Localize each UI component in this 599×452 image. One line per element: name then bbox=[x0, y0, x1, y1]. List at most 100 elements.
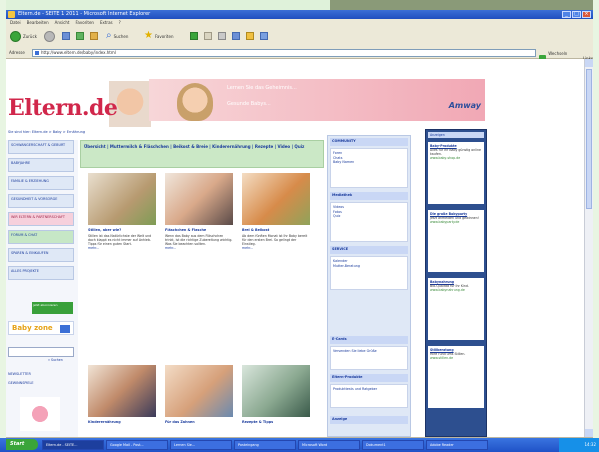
nav-item[interactable]: ALLES PROJEKTE bbox=[8, 266, 74, 280]
frame-top-band bbox=[0, 0, 330, 10]
ecards-block[interactable]: Versenden Sie liebe Grüße bbox=[330, 346, 408, 370]
minimize-button[interactable]: _ bbox=[562, 11, 571, 18]
taskbar-item[interactable]: Dokument1 bbox=[362, 440, 424, 450]
ad-url[interactable]: www.baby-shop.de bbox=[430, 156, 482, 160]
scroll-down-arrow[interactable] bbox=[585, 429, 593, 437]
maximize-button[interactable]: □ bbox=[572, 11, 581, 18]
article-image bbox=[88, 365, 156, 417]
menu-file[interactable]: Datei bbox=[10, 19, 21, 26]
ad-url[interactable]: www.stillen.de bbox=[430, 356, 482, 360]
browser-window: Eltern.de - SEITE 1 2011 - Microsoft Int… bbox=[6, 10, 593, 448]
article-image bbox=[88, 173, 156, 225]
nav-item[interactable]: SPAREN & EINKAUFEN bbox=[8, 248, 74, 262]
site-search-button[interactable]: » Suchen bbox=[48, 358, 63, 362]
community-links: Foren Chats Baby Namen bbox=[330, 148, 408, 188]
service-header: SERVICE bbox=[330, 246, 408, 254]
ad-header: Anzeige bbox=[330, 416, 408, 424]
community-link[interactable]: Baby Namen bbox=[333, 160, 405, 165]
history-icon bbox=[190, 32, 198, 40]
menu-tools[interactable]: Extras bbox=[100, 19, 113, 26]
breadcrumb[interactable]: Sie sind hier: Eltern.de > Baby > Ernähr… bbox=[8, 130, 85, 134]
article-card[interactable]: Für das Zahnen bbox=[165, 365, 233, 424]
vertical-scrollbar[interactable] bbox=[584, 59, 593, 437]
edit-button[interactable] bbox=[232, 29, 240, 43]
ad-banner[interactable]: Lernen Sie das Geheimnis... Gesunde Baby… bbox=[149, 79, 485, 121]
taskbar-item[interactable]: Microsoft Word bbox=[298, 440, 360, 450]
products-header: Eltern-Produkte bbox=[330, 374, 408, 382]
discuss-button[interactable] bbox=[246, 29, 254, 43]
address-bar: Adresse http://www.eltern.de/baby/index.… bbox=[6, 48, 593, 66]
article-card[interactable]: Brei & Beikost Ab dem fünften Monat ist … bbox=[242, 173, 310, 250]
scroll-up-arrow[interactable] bbox=[585, 59, 593, 67]
favorites-button[interactable]: ★ Favoriten bbox=[144, 29, 174, 43]
back-button[interactable]: Zurück bbox=[10, 29, 37, 43]
stop-icon bbox=[62, 32, 70, 40]
section-nav[interactable]: Übersicht | Muttermilch & Fläschchen | B… bbox=[80, 140, 324, 168]
article-teaser: Wenn das Baby aus dem Fläschchen trinkt,… bbox=[165, 234, 233, 246]
text-ad[interactable]: Baby-Produkte Alles für Ihr Baby günstig… bbox=[428, 142, 484, 204]
products-block[interactable]: Produkttests und Ratgeber bbox=[330, 384, 408, 408]
text-ad[interactable]: Die große Babyparty Jetzt anmelden und g… bbox=[428, 210, 484, 272]
nav-item[interactable]: SCHWANGERSCHAFT & GEBURT bbox=[8, 140, 74, 154]
taskbar-item[interactable]: Posteingang bbox=[234, 440, 296, 450]
taskbar-item[interactable]: Adobe Reader bbox=[426, 440, 488, 450]
article-card[interactable]: Kinderernährung bbox=[88, 365, 156, 424]
ad-url[interactable]: www.babyparty.de bbox=[430, 220, 482, 224]
taskbar-item[interactable]: Lernen Sie... bbox=[170, 440, 232, 450]
stop-button[interactable] bbox=[62, 29, 70, 43]
nav-item[interactable]: GESUNDHEIT & VORSORGE bbox=[8, 194, 74, 208]
newsletter-link[interactable]: NEWSLETTER bbox=[8, 372, 74, 376]
article-card[interactable]: Fläschchen & Flasche Wenn das Baby aus d… bbox=[165, 173, 233, 250]
article-title[interactable]: Rezepte & Tipps bbox=[242, 420, 310, 424]
subscribe-promo[interactable]: jetzt abonnieren bbox=[32, 302, 73, 314]
favorites-label: Favoriten bbox=[154, 33, 174, 39]
print-button[interactable] bbox=[218, 29, 226, 43]
taskbar-item[interactable]: Google Mail - Post... bbox=[106, 440, 168, 450]
service-link[interactable]: Mutter-Beratung bbox=[333, 264, 405, 269]
right-column: COMMUNITY Foren Chats Baby Namen Mediath… bbox=[327, 135, 411, 437]
babyzone-banner[interactable]: Baby zone bbox=[8, 321, 74, 335]
nav-item[interactable]: WIR ELTERN & PARTNERSCHAFT bbox=[8, 212, 74, 226]
start-button[interactable]: Start bbox=[6, 439, 38, 450]
close-button[interactable]: × bbox=[582, 11, 591, 18]
messenger-button[interactable] bbox=[260, 29, 268, 43]
nav-item-active[interactable]: FORUM & CHAT bbox=[8, 230, 74, 244]
mail-icon bbox=[204, 32, 212, 40]
article-title[interactable]: Stillen, aber wie? bbox=[88, 228, 156, 232]
nav-item[interactable]: FAMILIE & ERZIEHUNG bbox=[8, 176, 74, 190]
menu-favorites[interactable]: Favoriten bbox=[75, 19, 94, 26]
article-card[interactable]: Rezepte & Tipps bbox=[242, 365, 310, 424]
mail-button[interactable] bbox=[204, 29, 212, 43]
article-more-link[interactable]: mehr... bbox=[88, 246, 156, 250]
article-title[interactable]: Brei & Beikost bbox=[242, 228, 310, 232]
address-input[interactable]: http://www.eltern.de/baby/index.html bbox=[32, 49, 536, 57]
menu-edit[interactable]: Bearbeiten bbox=[27, 19, 49, 26]
contests-link[interactable]: GEWINNSPIELE bbox=[8, 381, 74, 385]
text-ad[interactable]: Stillberatung Hilfe rund ums Stillen. ww… bbox=[428, 346, 484, 408]
ecards-text: Versenden Sie liebe Grüße bbox=[333, 349, 377, 353]
site-logo[interactable]: Eltern.de bbox=[8, 95, 118, 121]
article-title[interactable]: Kinderernährung bbox=[88, 420, 156, 424]
site-search-input[interactable] bbox=[8, 347, 74, 357]
refresh-button[interactable] bbox=[76, 29, 84, 43]
menu-help[interactable]: ? bbox=[119, 19, 121, 26]
menu-view[interactable]: Ansicht bbox=[55, 19, 70, 26]
banner-brand: Amway bbox=[448, 101, 481, 110]
article-more-link[interactable]: mehr... bbox=[242, 246, 310, 250]
article-card[interactable]: Stillen, aber wie? Stillen ist das Natür… bbox=[88, 173, 156, 250]
article-title[interactable]: Für das Zahnen bbox=[165, 420, 233, 424]
nav-item[interactable]: BABYJAHRE bbox=[8, 158, 74, 172]
search-button[interactable]: ⌕ Suchen bbox=[106, 29, 128, 43]
forward-button[interactable] bbox=[44, 29, 55, 43]
home-button[interactable] bbox=[90, 29, 98, 43]
taskbar-item[interactable]: Eltern.de - SEITE... bbox=[42, 440, 104, 450]
text-ad[interactable]: Babynahrung Bio-Qualität für Ihr Kind. w… bbox=[428, 278, 484, 340]
media-link[interactable]: Quiz bbox=[333, 214, 405, 219]
scroll-thumb[interactable] bbox=[586, 69, 592, 209]
article-more-link[interactable]: mehr... bbox=[165, 246, 233, 250]
article-title[interactable]: Fläschchen & Flasche bbox=[165, 228, 233, 232]
article-image bbox=[242, 173, 310, 225]
ad-url[interactable]: www.babynahrung.de bbox=[430, 288, 482, 292]
address-url: http://www.eltern.de/baby/index.html bbox=[41, 50, 116, 55]
history-button[interactable] bbox=[190, 29, 198, 43]
